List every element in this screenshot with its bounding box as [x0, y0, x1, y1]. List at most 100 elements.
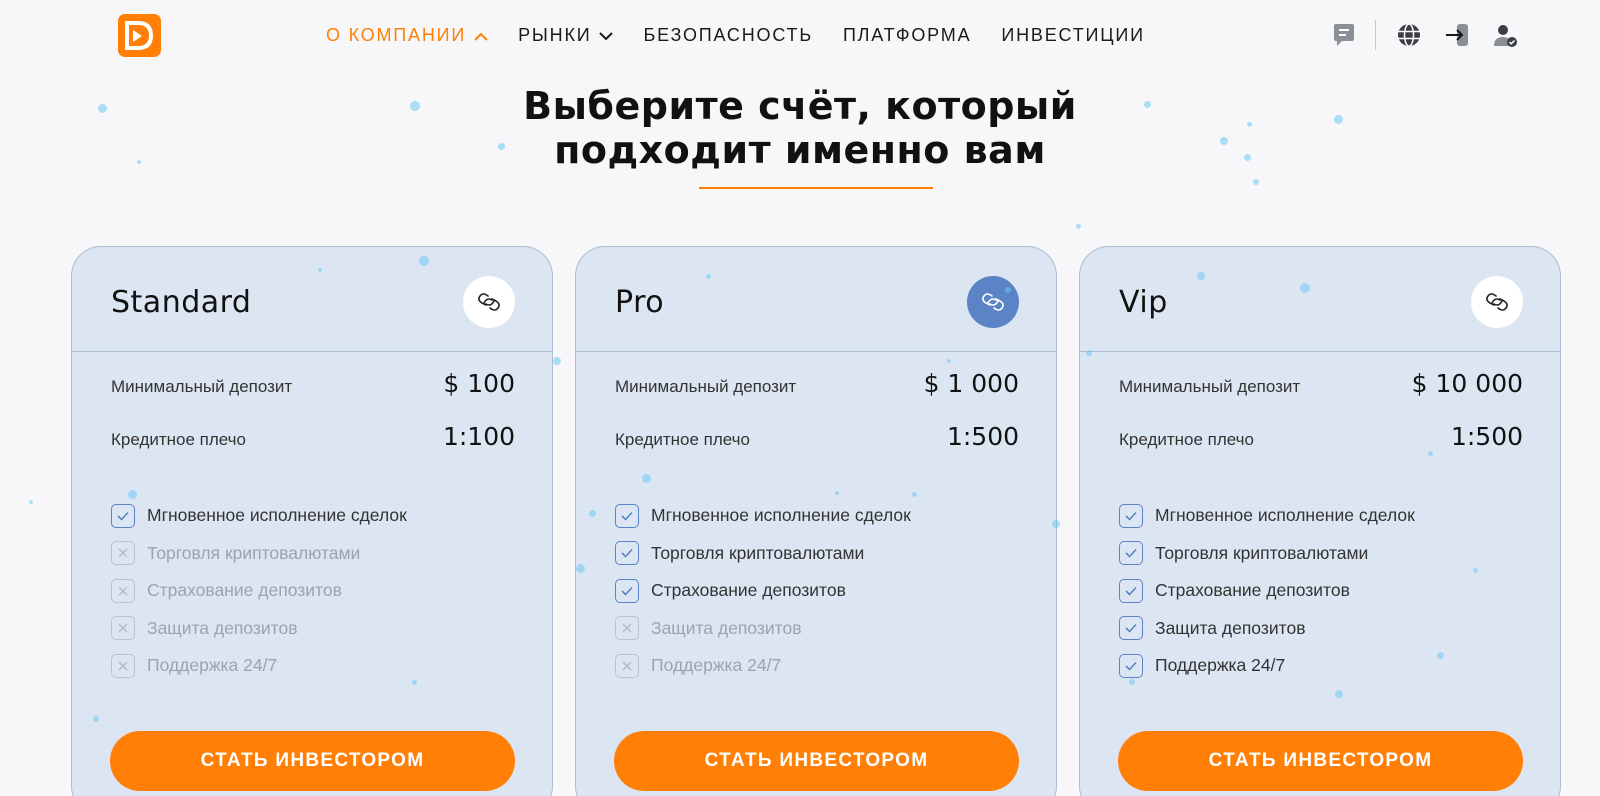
check-icon [1119, 578, 1143, 603]
plan-card-vip: Vip Минимальный депозит $ 10 000 Кредитн… [1079, 246, 1561, 796]
deposit-row: Минимальный депозит $ 10 000 [1119, 369, 1523, 398]
deposit-value: $ 10 000 [1411, 369, 1523, 398]
feature-label: Поддержка 24/7 [651, 655, 782, 676]
bubble-decoration [1253, 179, 1259, 185]
deposit-label: Минимальный депозит [615, 377, 797, 396]
nav-item-label: БЕЗОПАСНОСТЬ [643, 24, 813, 45]
bubble-decoration [29, 500, 33, 504]
check-icon [615, 503, 639, 528]
leverage-row: Кредитное плечо 1:100 [111, 422, 515, 451]
login-icon[interactable] [1442, 20, 1472, 50]
nav-item-label: РЫНКИ [518, 24, 592, 45]
deposit-row: Минимальный депозит $ 1 000 [615, 369, 1019, 398]
link-icon [1471, 276, 1523, 328]
check-icon [1119, 616, 1143, 641]
become-investor-button[interactable]: СТАТЬ ИНВЕСТОРОМ [614, 731, 1019, 791]
feature-item: Мгновенное исполнение сделок [615, 497, 911, 535]
feature-item: Страхование депозитов [1119, 572, 1415, 610]
feature-item: Торговля криптовалютами [1119, 535, 1415, 573]
plan-header: Pro [576, 247, 1056, 352]
chat-icon[interactable] [1329, 20, 1359, 50]
plan-name: Pro [615, 285, 665, 320]
feature-item: Мгновенное исполнение сделок [1119, 497, 1415, 535]
feature-label: Защита депозитов [1155, 617, 1306, 638]
check-icon [615, 578, 639, 603]
leverage-value: 1:500 [946, 422, 1019, 451]
check-icon [615, 541, 639, 566]
cross-icon [111, 578, 135, 603]
plan-card-standard: Standard Минимальный депозит $ 100 Креди… [71, 246, 553, 796]
bubble-decoration [553, 357, 561, 365]
bubble-decoration [1076, 224, 1081, 229]
plan-name: Vip [1119, 285, 1168, 320]
header-actions [1311, 18, 1520, 52]
feature-item: Торговля криптовалютами [615, 535, 911, 573]
deposit-value: $ 100 [443, 369, 515, 398]
feature-label: Поддержка 24/7 [147, 655, 278, 676]
deposit-value: $ 1 000 [923, 369, 1019, 398]
plan-card-pro: Pro Минимальный депозит $ 1 000 Кредитно… [575, 246, 1057, 796]
leverage-label: Кредитное плечо [1119, 430, 1254, 449]
leverage-row: Кредитное плечо 1:500 [1119, 422, 1523, 451]
deposit-label: Минимальный депозит [111, 377, 293, 396]
feature-label: Торговля криптовалютами [147, 542, 361, 563]
feature-label: Страхование депозитов [147, 580, 342, 601]
check-icon [111, 503, 135, 528]
feature-list: Мгновенное исполнение сделок Торговля кри… [615, 497, 911, 685]
feature-list: Мгновенное исполнение сделок Торговля кри… [111, 497, 407, 685]
nav-item-investments[interactable]: ИНВЕСТИЦИИ [1001, 25, 1144, 46]
deposit-row: Минимальный депозит $ 100 [111, 369, 515, 398]
nav-item-platform[interactable]: ПЛАТФОРМА [843, 25, 971, 46]
globe-icon[interactable] [1394, 20, 1424, 50]
feature-item: Страхование депозитов [111, 572, 407, 610]
feature-item: Поддержка 24/7 [615, 647, 911, 685]
feature-label: Защита депозитов [651, 617, 802, 638]
cross-icon [111, 541, 135, 566]
nav-item-label: ПЛАТФОРМА [842, 24, 972, 45]
leverage-value: 1:500 [1450, 422, 1523, 451]
nav-item-company[interactable]: О КОМПАНИИ [326, 25, 488, 46]
feature-label: Страхование депозитов [651, 580, 846, 601]
leverage-label: Кредитное плечо [615, 430, 750, 449]
cross-icon [111, 653, 135, 678]
nav-item-label: О КОМПАНИИ [326, 24, 467, 45]
feature-label: Мгновенное исполнение сделок [147, 505, 407, 526]
page-title-line: подходит именно вам [554, 128, 1046, 172]
feature-label: Страхование депозитов [1155, 580, 1350, 601]
plan-name: Standard [111, 285, 252, 320]
plan-header: Vip [1080, 247, 1560, 352]
feature-item: Мгновенное исполнение сделок [111, 497, 407, 535]
title-underline [699, 187, 933, 189]
feature-label: Защита депозитов [147, 617, 298, 638]
feature-item: Защита депозитов [1119, 610, 1415, 648]
nav-item-label: ИНВЕСТИЦИИ [1001, 24, 1145, 45]
feature-label: Мгновенное исполнение сделок [1155, 505, 1415, 526]
main-nav: О КОМПАНИИ РЫНКИ БЕЗОПАСНОСТЬ ПЛАТФОРМА … [326, 22, 1175, 48]
leverage-label: Кредитное плечо [111, 430, 246, 449]
feature-item: Торговля криптовалютами [111, 535, 407, 573]
link-icon [463, 276, 515, 328]
chevron-up-icon [474, 25, 488, 46]
leverage-value: 1:100 [442, 422, 515, 451]
feature-list: Мгновенное исполнение сделок Торговля кри… [1119, 497, 1415, 685]
leverage-row: Кредитное плечо 1:500 [615, 422, 1019, 451]
become-investor-button[interactable]: СТАТЬ ИНВЕСТОРОМ [110, 731, 515, 791]
cross-icon [615, 653, 639, 678]
feature-label: Торговля криптовалютами [651, 542, 865, 563]
cross-icon [615, 616, 639, 641]
feature-item: Защита депозитов [615, 610, 911, 648]
link-icon [967, 276, 1019, 328]
feature-label: Мгновенное исполнение сделок [651, 505, 911, 526]
check-icon [1119, 541, 1143, 566]
become-investor-button[interactable]: СТАТЬ ИНВЕСТОРОМ [1118, 731, 1523, 791]
page-title: Выберите счёт, который подходит именно в… [0, 84, 1600, 172]
feature-label: Торговля криптовалютами [1155, 542, 1369, 563]
header-divider [1375, 20, 1376, 50]
deposit-label: Минимальный депозит [1119, 377, 1301, 396]
nav-item-security[interactable]: БЕЗОПАСНОСТЬ [643, 25, 812, 46]
nav-item-markets[interactable]: РЫНКИ [518, 24, 614, 46]
user-verified-icon[interactable] [1490, 20, 1520, 50]
page-title-line: Выберите счёт, который [523, 84, 1077, 128]
feature-item: Страхование депозитов [615, 572, 911, 610]
logo-icon[interactable] [118, 14, 161, 57]
